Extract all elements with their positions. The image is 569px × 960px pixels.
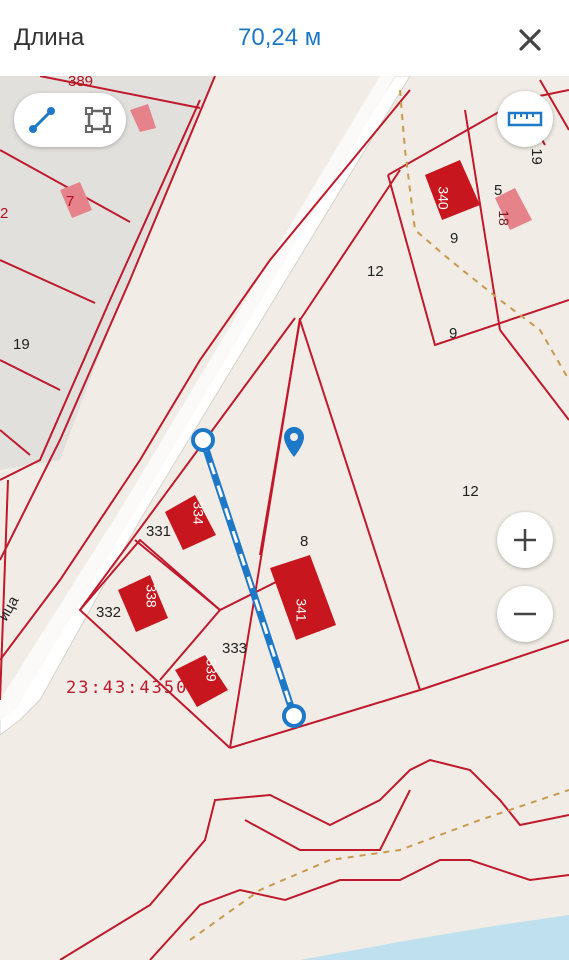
parcel-label: 5	[494, 182, 503, 199]
area-measure-button[interactable]	[70, 93, 126, 147]
building-label: 341	[293, 598, 310, 622]
ruler-icon	[507, 111, 543, 127]
plus-icon	[514, 529, 536, 551]
measure-tool-switcher	[14, 93, 126, 147]
building-label: 340	[435, 186, 452, 210]
close-icon	[519, 29, 541, 51]
parcel-label: 333	[222, 640, 248, 657]
parcel-label: 8	[300, 533, 309, 550]
parcel-label: 9	[449, 325, 458, 342]
map-drawing	[0, 76, 569, 960]
parcel-label: 19	[527, 148, 545, 165]
map-canvas[interactable]	[0, 76, 569, 960]
building-label: 18	[495, 210, 512, 226]
parcel-label: 12	[462, 483, 479, 500]
zoom-in-button[interactable]	[497, 512, 553, 568]
building-label: 334	[190, 501, 207, 525]
location-pin-icon	[284, 427, 304, 457]
zoom-out-button[interactable]	[497, 586, 553, 642]
parcel-label: 2	[0, 205, 9, 222]
minus-icon	[514, 612, 536, 616]
building-label: 339	[203, 658, 220, 682]
building-label: 338	[143, 584, 160, 608]
area-measure-icon	[85, 107, 111, 133]
parcel-label: 332	[96, 604, 122, 621]
line-measure-icon	[29, 107, 55, 133]
map-timestamp: 23:43:4350	[66, 678, 189, 698]
ruler-button[interactable]	[497, 91, 553, 147]
line-measure-button[interactable]	[14, 93, 70, 147]
measure-title: Длина	[14, 24, 85, 51]
parcel-label: 7	[66, 193, 75, 210]
parcel-label: 331	[146, 523, 172, 540]
parcel-label: 12	[367, 263, 384, 280]
measure-distance-value: 70,24 м	[238, 24, 322, 51]
parcel-label: 9	[450, 230, 459, 247]
close-button[interactable]	[510, 20, 550, 60]
measure-header: Длина 70,24 м	[0, 0, 569, 76]
parcel-label: 19	[13, 336, 30, 353]
